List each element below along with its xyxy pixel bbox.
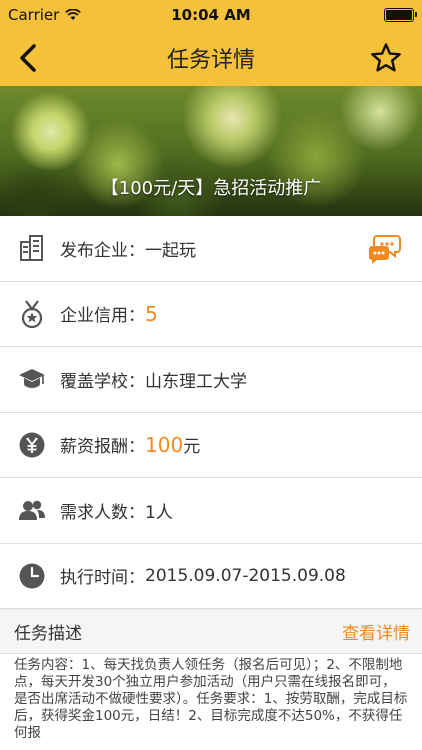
credit-value: 5 [145,301,158,326]
status-left: Carrier [8,6,82,24]
yen-coin-icon [18,431,46,459]
people-row: 需求人数： 1人 [0,478,422,544]
people-label: 需求人数： [60,502,145,523]
salary-unit: 元 [183,437,201,458]
people-value: 1人 [145,502,173,523]
description-text: 任务内容：1、每天找负责人领任务（报名后可见）；2、不限制地点，每天开发30个独… [0,654,422,750]
credit-label: 企业信用： [60,306,145,327]
company-value: 一起玩 [145,240,196,261]
wifi-icon [65,9,82,20]
clock-icon [18,562,46,590]
description-header: 任务描述 查看详情 [0,610,422,654]
time-row: 执行时间： 2015.09.07-2015.09.08 [0,544,422,609]
school-label: 覆盖学校： [60,371,145,392]
people-icon [18,496,46,524]
description-title: 任务描述 [14,624,82,644]
building-icon [18,234,46,262]
company-label: 发布企业： [60,240,145,261]
school-row: 覆盖学校： 山东理工大学 [0,347,422,413]
task-info-list: 发布企业： 一起玩 企业信用： 5 覆盖学校： 山东理工大学 薪资报酬： 100… [0,216,422,609]
favorite-button[interactable] [368,40,404,76]
time-value: 2015.09.07-2015.09.08 [145,565,346,586]
chevron-left-icon [20,44,36,72]
banner-caption: 【100元/天】急招活动推广 [100,178,322,199]
battery-icon [384,8,417,22]
salary-row: 薪资报酬： 100 元 [0,413,422,478]
credit-row: 企业信用： 5 [0,282,422,347]
view-details-link[interactable]: 查看详情 [342,619,410,644]
back-button[interactable] [10,40,46,76]
chat-bubbles-icon [369,235,401,264]
chat-button[interactable] [368,232,402,266]
school-value: 山东理工大学 [145,371,247,392]
salary-label: 薪资报酬： [60,437,145,458]
page-title: 任务详情 [166,48,255,73]
status-bar: Carrier 10:04 AM [0,0,422,30]
navigation-bar: 任务详情 [0,30,422,86]
graduation-cap-icon [18,365,46,393]
banner-image: 【100元/天】急招活动推广 [0,86,422,216]
carrier-label: Carrier [8,6,60,24]
star-icon [371,43,401,72]
company-row: 发布企业： 一起玩 [0,216,422,282]
medal-icon [18,300,46,328]
time-label: 执行时间： [60,568,145,589]
salary-value: 100 [145,432,184,457]
